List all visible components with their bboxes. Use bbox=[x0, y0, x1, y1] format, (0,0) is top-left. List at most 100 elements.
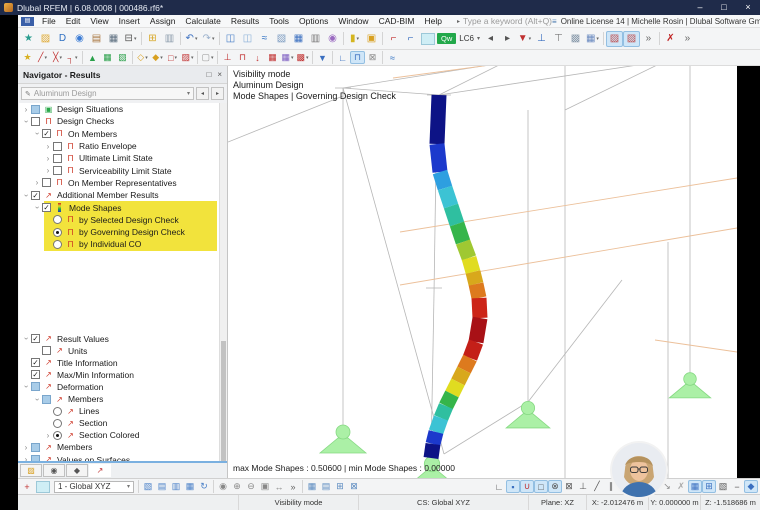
tab-views-icon[interactable]: ◆ bbox=[66, 464, 88, 477]
checkbox[interactable] bbox=[42, 129, 51, 139]
tab-results-icon[interactable]: ↗ bbox=[89, 464, 111, 477]
radio-button[interactable] bbox=[53, 430, 62, 440]
checkbox[interactable] bbox=[31, 190, 40, 200]
model-viewport[interactable]: Visibility mode Aluminum Design Mode Sha… bbox=[228, 66, 737, 478]
result-diagram-icon[interactable]: ∟ bbox=[335, 51, 350, 64]
snap-center-icon[interactable]: ⊠ bbox=[562, 480, 576, 493]
diagram-icon[interactable]: ≈ bbox=[256, 31, 273, 47]
snap-intersection-icon[interactable]: ⊗ bbox=[548, 480, 562, 493]
plane-xz-icon[interactable]: ⊞ bbox=[333, 480, 347, 493]
section-icon[interactable]: ▮ ▾ bbox=[346, 31, 363, 47]
next-loadcase-icon[interactable]: ▸ bbox=[499, 31, 516, 47]
mode-shape-member-segment[interactable] bbox=[457, 354, 477, 374]
zoom-window-icon[interactable]: ◉ bbox=[216, 480, 230, 493]
result-surface-icon[interactable]: ▨ bbox=[622, 30, 640, 47]
result-wave-icon[interactable]: ≈ bbox=[385, 51, 400, 64]
result-beam-icon[interactable]: ▨ bbox=[605, 30, 623, 47]
blocks-icon[interactable]: ▦ ▾ bbox=[584, 31, 601, 47]
radio-button[interactable] bbox=[53, 215, 62, 225]
checkbox[interactable] bbox=[31, 104, 40, 114]
polyline-icon[interactable]: ┐ ▾ bbox=[65, 51, 80, 64]
menu-file[interactable]: File bbox=[37, 16, 61, 26]
tables-icon[interactable]: ▦ bbox=[290, 31, 307, 47]
tree-item[interactable]: ↗ Section bbox=[19, 417, 219, 429]
print-icon[interactable]: ⊟ ▾ bbox=[122, 31, 139, 47]
maximize-button[interactable]: □ bbox=[712, 0, 736, 15]
tree-item[interactable]: Πby Selected Design Check bbox=[19, 213, 219, 227]
zoom-in-icon[interactable]: ⊕ bbox=[230, 480, 244, 493]
refinement-icon[interactable]: ▩ ▾ bbox=[295, 51, 310, 64]
snap-guidelines-icon[interactable]: ✗ bbox=[674, 480, 688, 493]
toolbar-overflow2-icon[interactable]: » bbox=[679, 31, 696, 47]
snap-points-icon[interactable]: ▪ bbox=[506, 480, 520, 493]
checkbox[interactable] bbox=[31, 358, 40, 368]
snap-corner-icon[interactable]: ∟ bbox=[492, 480, 506, 493]
checkbox[interactable] bbox=[31, 116, 40, 126]
coordinate-system-selector[interactable]: 1 - Global XYZ ▾ bbox=[54, 480, 134, 493]
load-icon[interactable]: ↓ bbox=[250, 51, 265, 64]
tree-item[interactable]: Πby Individual CO bbox=[19, 238, 219, 251]
expand-closed-icon[interactable]: › bbox=[21, 443, 31, 452]
panel-float-icon[interactable]: □ bbox=[206, 70, 211, 79]
expand-closed-icon[interactable]: › bbox=[32, 178, 42, 187]
mode-shape-member-segment[interactable] bbox=[429, 94, 447, 145]
radio-button[interactable] bbox=[53, 239, 62, 249]
surface-icon[interactable]: ▦ bbox=[100, 51, 115, 64]
tree-scrollbar[interactable] bbox=[219, 103, 227, 461]
tree-item[interactable]: ↗ Units bbox=[19, 345, 219, 357]
design-situation-dropdown[interactable]: ✎ Aluminum Design ▾ bbox=[21, 87, 194, 100]
tree-item[interactable]: › Π Ultimate Limit State bbox=[19, 152, 219, 164]
guide-object-icon[interactable]: ▢ ▾ bbox=[200, 51, 215, 64]
image-icon[interactable]: ▧ bbox=[273, 31, 290, 47]
mode-shape-member-segment[interactable] bbox=[462, 339, 484, 361]
menu-tools[interactable]: Tools bbox=[264, 16, 294, 26]
mode-shape-member-segment[interactable] bbox=[423, 442, 441, 460]
tree-item[interactable]: › ↗ Members bbox=[19, 393, 219, 405]
mode-shape-member-segment[interactable] bbox=[432, 169, 453, 191]
dlubal-center-icon[interactable]: D bbox=[54, 31, 71, 47]
expand-closed-icon[interactable]: › bbox=[43, 154, 53, 163]
tree-item[interactable]: › Mode Shapes bbox=[19, 201, 219, 214]
load-case-dropdown-caret[interactable]: ▾ bbox=[477, 35, 480, 42]
report-icon[interactable]: ▥ bbox=[161, 31, 178, 47]
mode-shape-member-segment[interactable] bbox=[439, 390, 459, 410]
expand-open-icon[interactable]: › bbox=[32, 395, 42, 404]
line-icon[interactable]: ╱ ▾ bbox=[35, 51, 50, 64]
tree-item[interactable]: › ↗ Members bbox=[19, 441, 219, 453]
view-iso-icon[interactable]: ▧ bbox=[141, 480, 155, 493]
panel-right-icon[interactable]: ◫ bbox=[239, 31, 256, 47]
dimension-icon[interactable]: □ ▾ bbox=[165, 51, 180, 64]
work-plane2-icon[interactable]: ▤ bbox=[319, 480, 333, 493]
navigator-header[interactable]: Navigator - Results □ × bbox=[18, 66, 227, 84]
tree-item[interactable]: ↗ Title Information bbox=[19, 357, 219, 369]
mode-shape-member-segment[interactable] bbox=[468, 316, 488, 344]
mesh-settings-icon[interactable]: ▦ ▾ bbox=[280, 51, 295, 64]
select-icon[interactable]: ◇ ▾ bbox=[135, 51, 150, 64]
scrollbar-thumb[interactable] bbox=[221, 341, 226, 461]
view-side-icon[interactable]: ▦ bbox=[183, 480, 197, 493]
grid-frame-icon[interactable]: ⊞ bbox=[702, 480, 716, 493]
checkbox[interactable] bbox=[31, 334, 40, 344]
expand-open-icon[interactable]: › bbox=[21, 382, 31, 391]
render-icon[interactable]: ▩ bbox=[567, 31, 584, 47]
toolbar-overflow-icon[interactable]: » bbox=[640, 31, 657, 47]
hinge-icon[interactable]: ⊓ bbox=[235, 51, 250, 64]
checkbox[interactable] bbox=[42, 394, 51, 404]
transparency-icon[interactable]: ◆ bbox=[744, 480, 758, 493]
tree-item[interactable]: › Π On Member Representatives bbox=[19, 177, 219, 189]
result-smooth-icon[interactable]: ⊓ bbox=[350, 51, 365, 64]
pan-icon[interactable]: ↔ bbox=[272, 480, 286, 493]
globe-icon[interactable]: ◉ bbox=[324, 31, 341, 47]
checkbox[interactable] bbox=[31, 370, 40, 380]
plane-yz-icon[interactable]: ⊠ bbox=[347, 480, 361, 493]
margin-icon[interactable]: − bbox=[730, 480, 744, 493]
visual-objects-icon[interactable]: + bbox=[20, 480, 34, 493]
node-icon[interactable]: ★ bbox=[20, 51, 35, 64]
member-icon[interactable]: ▲ bbox=[85, 51, 100, 64]
filter-icon[interactable]: ▼ bbox=[315, 51, 330, 64]
mode-shape-member-segment[interactable] bbox=[445, 378, 465, 398]
checkbox[interactable] bbox=[31, 442, 40, 452]
open-model-icon[interactable]: ▨ bbox=[37, 31, 54, 47]
menu-cadbim[interactable]: CAD-BIM bbox=[374, 16, 420, 26]
result-values-icon[interactable]: ⊤ bbox=[550, 31, 567, 47]
